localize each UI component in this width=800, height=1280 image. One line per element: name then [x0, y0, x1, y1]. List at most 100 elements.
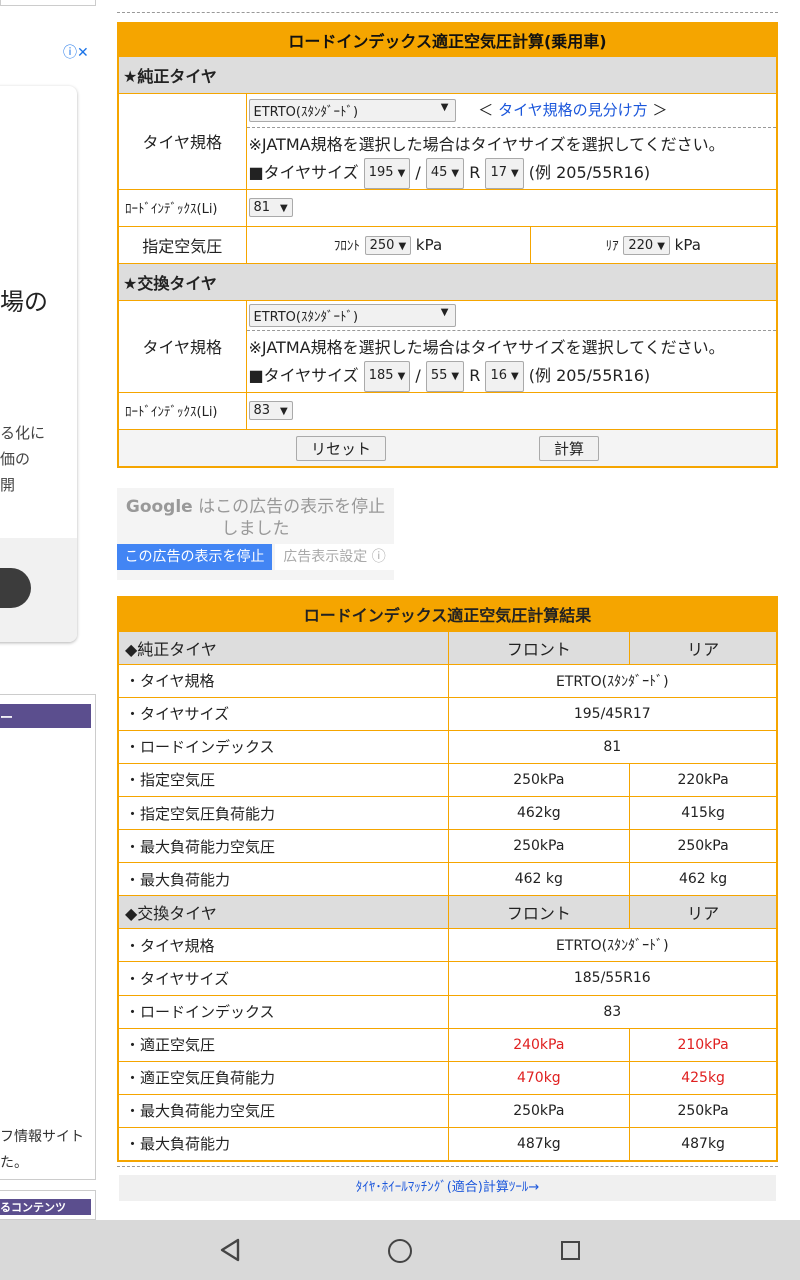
size-example: (例 205/55R16) [528, 365, 651, 385]
rear-pressure-select[interactable]: 220 ▼ [623, 235, 670, 255]
pressure-label: 指定空気圧 [117, 225, 247, 264]
oem-aspect-select[interactable]: 45 ▼ [425, 157, 465, 189]
ad-body-line: 開 [0, 476, 16, 494]
rep-li-select[interactable]: 83 ▼ [248, 401, 293, 420]
row-value: 81 [447, 729, 778, 764]
rear-value: 462 kg [629, 862, 778, 897]
table-row: ・最大負荷能力 487kg 487kg [117, 1126, 778, 1162]
rep-aspect-select[interactable]: 55 ▼ [425, 360, 465, 392]
replacement-tire-header: ★交換タイヤ [117, 262, 778, 301]
li-label: ﾛｰﾄﾞｲﾝﾃﾞｯｸｽ(Li) [117, 391, 247, 430]
row-value: 195/45R17 [447, 696, 778, 731]
chevron-down-icon: ▼ [510, 167, 519, 179]
row-label: ・ロードインデックス [117, 729, 449, 764]
size-label: ■タイヤサイズ [248, 162, 359, 182]
jatma-note: ※JATMA規格を選択した場合はタイヤサイズを選択してください。 [248, 134, 725, 154]
table-row: ・タイヤサイズ 195/45R17 [117, 696, 778, 731]
rear-value-highlight: 425kg [629, 1060, 778, 1095]
oem-width-select[interactable]: 195 ▼ [363, 157, 411, 189]
form-title: ロードインデックス適正空気圧計算(乗用車) [117, 22, 778, 57]
left-panel-text-line: た。 [0, 1155, 28, 1171]
table-row: ・ロードインデックス 83 [117, 994, 778, 1029]
table-row: ・適正空気圧 240kPa 210kPa [117, 1027, 778, 1062]
rear-value: 415kg [629, 795, 778, 831]
chevron-down-icon: ▼ [397, 370, 406, 382]
ad-card[interactable] [0, 86, 77, 642]
oem-li-value: 81 [253, 200, 271, 215]
kpa-unit: kPa [415, 235, 443, 254]
rep-width-select[interactable]: 185 ▼ [363, 360, 411, 392]
front-value-highlight: 470kg [447, 1060, 631, 1095]
ad-stopped-text: しました [221, 519, 290, 539]
divider [117, 1166, 778, 1167]
oem-li-select[interactable]: 81 ▼ [248, 198, 293, 217]
oem-width-value: 195 [368, 164, 394, 180]
table-row: ・タイヤサイズ 185/55R16 [117, 961, 778, 996]
rep-li-value: 83 [253, 403, 271, 418]
back-icon[interactable] [218, 1238, 242, 1262]
tire-spec-guide-link[interactable]: タイヤ規格の見分け方 [498, 101, 648, 119]
wheel-matching-tool-link[interactable]: ﾀｲﾔ･ﾎｲｰﾙﾏｯﾁﾝｸﾞ(適合)計算ﾂｰﾙ→ [119, 1175, 776, 1201]
ad-settings-button[interactable]: 広告表示設定 ⓘ [275, 544, 394, 570]
size-label: ■タイヤサイズ [248, 365, 359, 385]
front-value: 250kPa [447, 1093, 631, 1128]
rep-tire-spec-cell: ETRTO(ｽﾀﾝﾀﾞｰﾄﾞ) ▼ ※JATMA規格を選択した場合はタイヤサイズを… [245, 299, 778, 393]
row-label: ・指定空気圧負荷能力 [117, 795, 449, 831]
row-value: 83 [447, 994, 778, 1029]
front-label: ﾌﾛﾝﾄ [333, 238, 360, 254]
row-value: 185/55R16 [447, 961, 778, 996]
replacement-results-header: ◆交換タイヤ [117, 895, 449, 930]
left-top-box [0, 0, 96, 6]
left-panel-text: フ情報サイト た。 [0, 1124, 84, 1176]
oem-rim-select[interactable]: 17 ▼ [485, 157, 524, 189]
reset-button[interactable]: リセット [296, 435, 387, 461]
android-nav-bar [0, 1220, 800, 1280]
oem-aspect-value: 45 [430, 164, 448, 180]
oem-li-cell: 81 ▼ [245, 188, 778, 227]
divider [117, 12, 778, 13]
rep-aspect-value: 55 [430, 367, 448, 383]
recent-apps-icon[interactable] [561, 1241, 580, 1260]
rep-li-cell: 83 ▼ [245, 391, 778, 430]
front-pressure-select[interactable]: 250 ▼ [364, 235, 412, 255]
table-row: ・最大負荷能力 462 kg 462 kg [117, 862, 778, 897]
oem-spec-select[interactable]: ETRTO(ｽﾀﾝﾀﾞｰﾄﾞ) ▼ [248, 98, 456, 122]
chevron-down-icon: ▼ [440, 101, 449, 113]
rear-value: 487kg [629, 1126, 778, 1162]
oem-rim-value: 17 [490, 164, 507, 180]
table-row: ・最大負荷能力空気圧 250kPa 250kPa [117, 1093, 778, 1128]
row-label: ・最大負荷能力空気圧 [117, 1093, 449, 1128]
ad-headline: 場の [0, 288, 48, 316]
table-row: ・最大負荷能力空気圧 250kPa 250kPa [117, 829, 778, 864]
oem-tire-header: ★純正タイヤ [117, 55, 778, 94]
row-label: ・ロードインデックス [117, 994, 449, 1029]
ad-body-line: る化に [0, 424, 46, 442]
chevron-down-icon: ▼ [398, 240, 407, 252]
rep-spec-value: ETRTO(ｽﾀﾝﾀﾞｰﾄﾞ) [253, 309, 359, 325]
oem-results-header: ◆純正タイヤ [117, 630, 449, 665]
table-row: ・指定空気圧負荷能力 462kg 415kg [117, 795, 778, 831]
ad-info-close-icon[interactable]: ⓘ✕ [63, 42, 89, 62]
rep-spec-select[interactable]: ETRTO(ｽﾀﾝﾀﾞｰﾄﾞ) ▼ [248, 303, 456, 327]
ad-body-line: 価の [0, 450, 31, 468]
left-panel-header: ー [0, 704, 91, 728]
rear-value: 220kPa [629, 762, 778, 797]
left-ad-column: ⓘ✕ 場の る化に 価の 開 ー フ情報サイト た。 るコンテンツ [0, 0, 97, 1220]
calculate-button[interactable]: 計算 [539, 435, 600, 461]
google-ad-stopped: Google はこの広告の表示を停止 しました この広告の表示を停止 広告表示設… [117, 488, 394, 580]
home-icon[interactable] [388, 1239, 412, 1263]
rear-label: ﾘｱ [605, 238, 619, 254]
row-value: ETRTO(ｽﾀﾝﾀﾞｰﾄﾞ) [447, 928, 778, 963]
left-panel2-header: るコンテンツ [0, 1199, 91, 1215]
row-label: ・指定空気圧 [117, 762, 449, 797]
rep-rim-select[interactable]: 16 ▼ [485, 360, 524, 392]
spec-guide-link-wrap: ＜ タイヤ規格の見分け方 ＞ [478, 101, 667, 119]
stop-ad-button[interactable]: この広告の表示を停止 [117, 544, 272, 570]
front-value: 250kPa [447, 762, 631, 797]
front-value-highlight: 240kPa [447, 1027, 631, 1062]
slash: / [415, 162, 421, 182]
front-value: 462kg [447, 795, 631, 831]
rear-value: 250kPa [629, 1093, 778, 1128]
size-example: (例 205/55R16) [528, 162, 651, 182]
chevron-down-icon: ▼ [280, 406, 288, 417]
